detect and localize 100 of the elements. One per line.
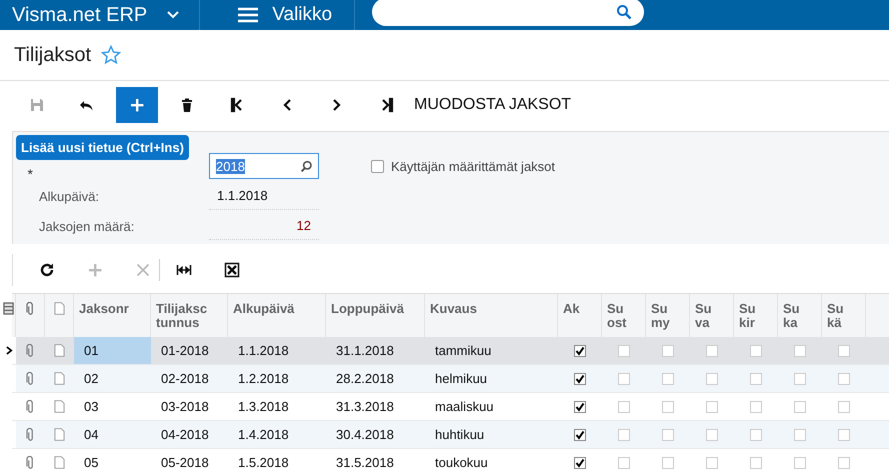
menu-button[interactable]: Valikko	[200, 0, 356, 30]
checkbox[interactable]	[838, 400, 850, 412]
tooltip: Lisää uusi tietue (Ctrl+Ins)	[16, 135, 189, 160]
search-field[interactable]	[372, 0, 644, 26]
table-cell-text: tammikuu	[434, 342, 492, 360]
checkbox[interactable]	[706, 428, 718, 440]
note-icon[interactable]	[54, 456, 65, 469]
table-cell-text: huhtikuu	[434, 426, 486, 444]
checkbox[interactable]	[662, 456, 674, 468]
table-cell-text: 04-2018	[160, 426, 210, 444]
table-cell-text: 03	[83, 398, 100, 416]
field-label: Jaksojen määrä:	[39, 218, 136, 234]
checkbox[interactable]	[838, 372, 850, 384]
table-cell-text: toukokuu	[434, 454, 489, 470]
table-cell-text: 05-2018	[160, 454, 210, 470]
checkbox[interactable]	[794, 456, 806, 468]
table-cell-text: 31.1.2018	[335, 342, 395, 360]
note-icon[interactable]	[54, 428, 65, 441]
checkbox[interactable]	[618, 344, 630, 356]
paperclip-icon[interactable]	[26, 400, 35, 414]
checkbox[interactable]	[662, 428, 674, 440]
table-cell-text: 1.4.2018	[237, 426, 290, 444]
table-cell-text: 02	[83, 370, 100, 388]
active-checkbox[interactable]	[574, 400, 586, 412]
field-label: Alkupäivä:	[39, 188, 100, 204]
plus-icon	[129, 97, 145, 113]
table-cell-text: 03-2018	[160, 398, 210, 416]
refresh-icon	[39, 262, 55, 278]
note-icon[interactable]	[54, 344, 65, 357]
checkbox[interactable]	[794, 344, 806, 356]
table-cell-text: 05	[83, 454, 100, 470]
row-selector-icon[interactable]	[3, 302, 14, 315]
table-cell-text: 31.3.2018	[335, 398, 395, 416]
checkbox[interactable]	[618, 400, 630, 412]
last-icon	[379, 97, 395, 113]
row-pointer-icon	[6, 346, 12, 355]
table-cell-text: 1.3.2018	[237, 398, 290, 416]
checkbox[interactable]	[706, 456, 718, 468]
checkbox[interactable]	[750, 372, 762, 384]
count-field[interactable]: 12	[209, 212, 319, 240]
star-icon[interactable]	[101, 45, 122, 65]
close-icon	[135, 262, 151, 278]
table-cell-text: 31.5.2018	[335, 454, 395, 470]
excel-icon	[224, 262, 240, 278]
checkbox[interactable]	[662, 344, 674, 356]
checkbox[interactable]	[750, 400, 762, 412]
table-cell-text: 1.2.2018	[237, 370, 290, 388]
table-cell-text: 1.1.2018	[237, 342, 290, 360]
table-cell-text: 1.5.2018	[237, 454, 290, 470]
table-cell-text: 02-2018	[160, 370, 210, 388]
checkbox[interactable]	[750, 428, 762, 440]
checkbox[interactable]	[838, 456, 850, 468]
checkbox[interactable]	[706, 372, 718, 384]
plus-icon	[87, 262, 103, 278]
date-field[interactable]: 1.1.2018	[209, 182, 319, 210]
table-cell: 01	[74, 337, 151, 364]
page-title: Tilijaksot	[14, 44, 92, 66]
checkbox[interactable]	[706, 344, 718, 356]
checkbox[interactable]	[750, 344, 762, 356]
note-icon[interactable]	[54, 400, 65, 413]
checkbox[interactable]	[618, 456, 630, 468]
generate-button[interactable]: MUODOSTA JAKSOT	[408, 87, 578, 123]
note-icon	[54, 302, 64, 315]
paperclip-icon[interactable]	[26, 372, 35, 386]
paperclip-icon[interactable]	[26, 344, 35, 358]
field-value: 2018	[216, 158, 245, 174]
checkbox[interactable]	[618, 428, 630, 440]
checkbox[interactable]	[838, 428, 850, 440]
fit-columns-icon	[176, 262, 192, 278]
checkbox[interactable]	[794, 400, 806, 412]
checkbox[interactable]	[662, 400, 674, 412]
table-cell-text: 30.4.2018	[335, 426, 395, 444]
note-icon[interactable]	[54, 372, 65, 385]
search-icon	[616, 4, 632, 20]
table-cell-text: 01-2018	[160, 342, 210, 360]
table-cell-text: 04	[83, 426, 100, 444]
active-checkbox[interactable]	[574, 428, 586, 440]
active-checkbox[interactable]	[574, 456, 586, 468]
checkbox[interactable]	[618, 372, 630, 384]
checkbox[interactable]	[662, 372, 674, 384]
search-icon	[300, 160, 313, 172]
paperclip-icon[interactable]	[26, 456, 35, 470]
trash-icon	[179, 97, 195, 113]
paperclip-icon[interactable]	[26, 428, 35, 442]
table-cell-text: helmikuu	[434, 370, 488, 388]
checkbox[interactable]	[706, 400, 718, 412]
app-switcher[interactable]: Visma.net ERP	[0, 0, 200, 30]
add-button[interactable]	[116, 87, 158, 123]
active-checkbox[interactable]	[574, 372, 586, 384]
menu-icon	[238, 7, 258, 23]
checkbox[interactable]	[838, 344, 850, 356]
checkbox[interactable]	[794, 428, 806, 440]
paperclip-icon	[26, 302, 34, 316]
checkbox[interactable]	[750, 456, 762, 468]
table-cell-text: 28.2.2018	[335, 370, 395, 388]
checkbox[interactable]	[794, 372, 806, 384]
active-checkbox[interactable]	[574, 344, 586, 356]
year-field[interactable]: 2018	[209, 153, 319, 179]
first-icon	[229, 97, 245, 113]
chevron-down-icon	[167, 11, 180, 19]
